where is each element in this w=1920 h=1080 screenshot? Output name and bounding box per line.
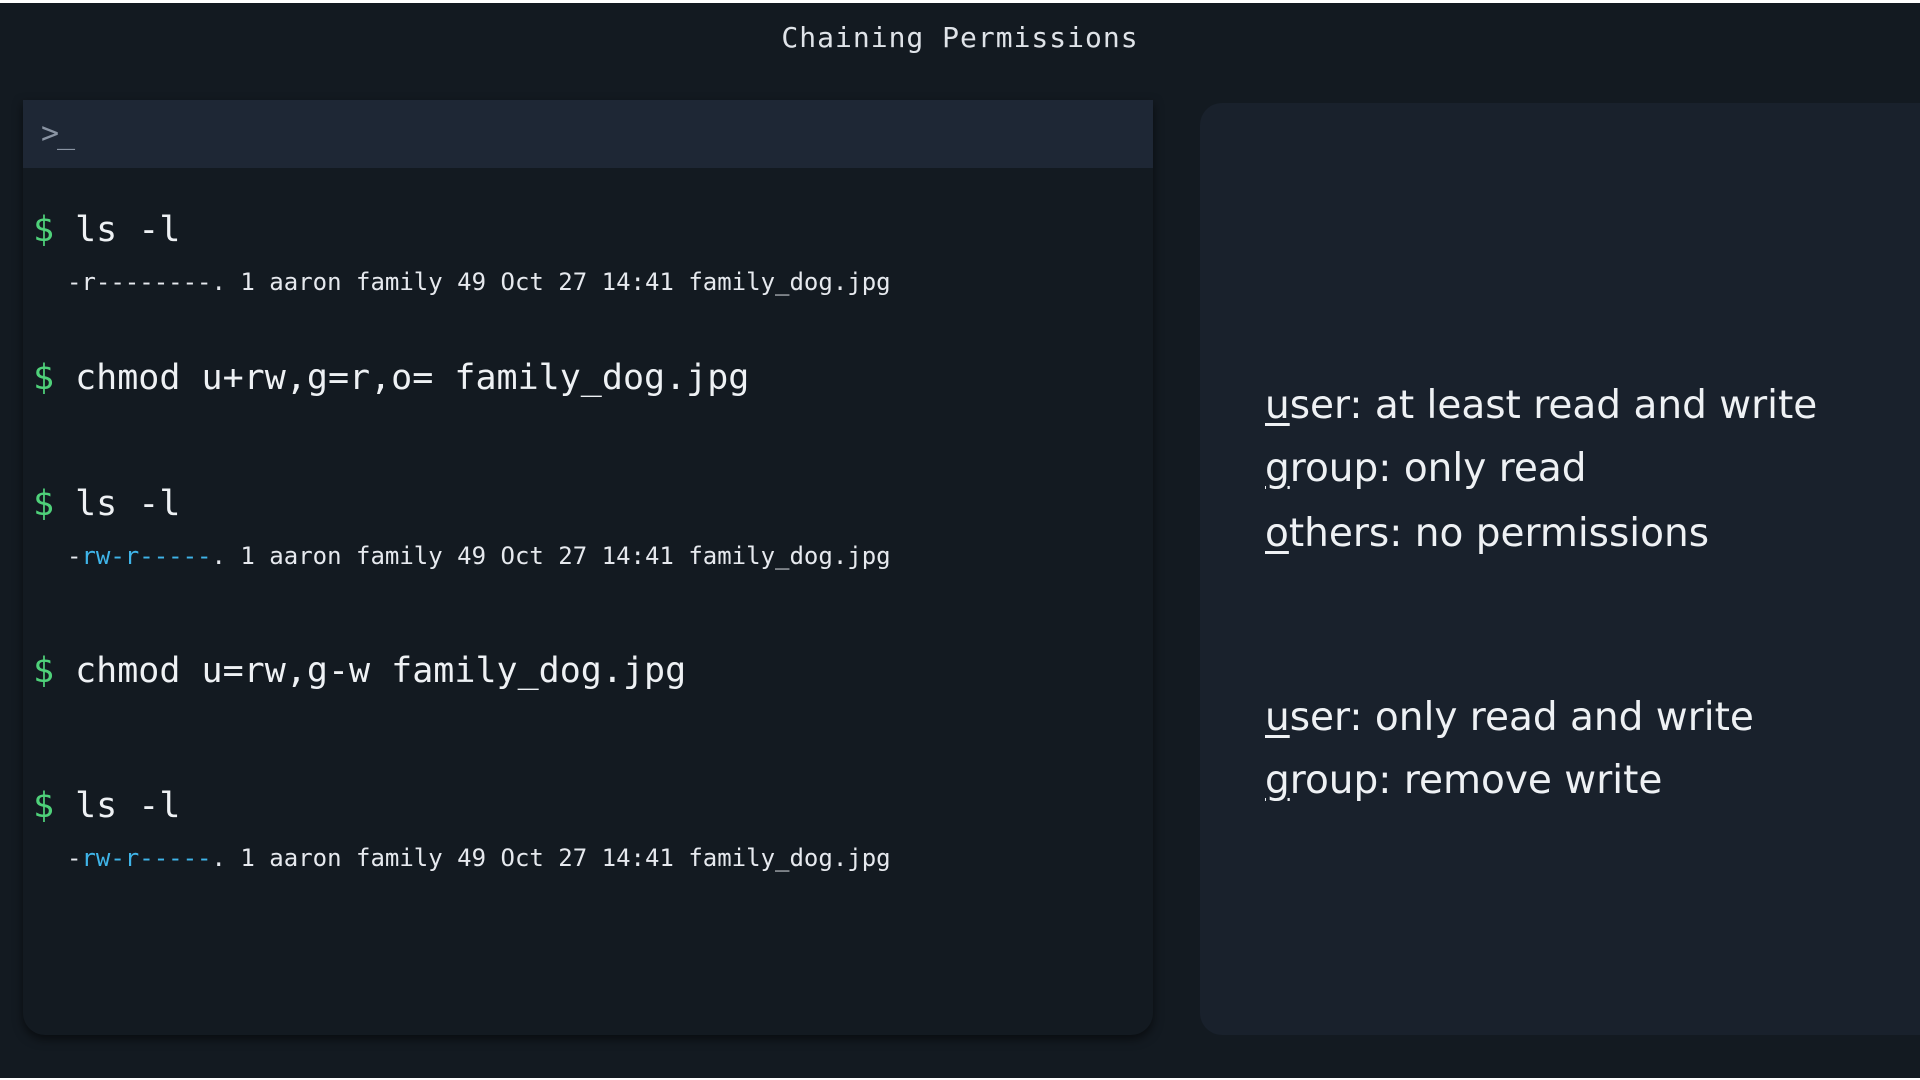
prompt-dollar: $ <box>33 786 55 826</box>
prompt-dollar: $ <box>33 210 55 250</box>
note-user: user: only read and write <box>1265 695 1754 740</box>
command-text: ls -l <box>75 484 181 524</box>
command-line: $ ls -l <box>33 484 180 524</box>
note-text: ser: at least read and write <box>1289 383 1818 428</box>
terminal-prompt-icon: >_ <box>41 116 75 151</box>
permission-bits: rw-r----- <box>81 844 212 872</box>
permission-bits: rw-r----- <box>81 542 212 570</box>
note-group: group: only read <box>1265 446 1587 491</box>
file-details: 1 aaron family 49 Oct 27 14:41 family_do… <box>225 268 891 296</box>
note-group: group: remove write <box>1265 758 1662 803</box>
note-initial: u <box>1265 383 1290 428</box>
command-line: $ chmod u+rw,g=r,o= family_dog.jpg <box>33 358 749 398</box>
file-details: 1 aaron family 49 Oct 27 14:41 family_do… <box>225 542 891 570</box>
command-text: ls -l <box>75 210 181 250</box>
command-text: chmod u+rw,g=r,o= family_dog.jpg <box>75 358 750 398</box>
notes-panel: user: at least read and write group: onl… <box>1200 103 1920 1035</box>
note-text: thers: no permissions <box>1288 511 1710 556</box>
note-others: others: no permissions <box>1265 511 1709 556</box>
note-initial: o <box>1265 511 1289 556</box>
command-output: -r--------. 1 aaron family 49 Oct 27 14:… <box>67 268 891 296</box>
command-output: -rw-r-----. 1 aaron family 49 Oct 27 14:… <box>67 844 891 872</box>
note-text: roup: remove write <box>1289 758 1663 803</box>
command-text: ls -l <box>75 786 181 826</box>
file-details: 1 aaron family 49 Oct 27 14:41 family_do… <box>225 844 891 872</box>
terminal-header: >_ <box>23 100 1153 168</box>
command-line: $ chmod u=rw,g-w family_dog.jpg <box>33 651 686 691</box>
note-text: ser: only read and write <box>1289 695 1754 740</box>
permission-suffix: . <box>211 542 226 570</box>
command-output: -rw-r-----. 1 aaron family 49 Oct 27 14:… <box>67 542 891 570</box>
command-text: chmod u=rw,g-w family_dog.jpg <box>75 651 687 691</box>
permission-suffix: . <box>211 844 226 872</box>
prompt-dollar: $ <box>33 484 55 524</box>
permission-type: - <box>67 542 82 570</box>
permission-string: -r--------. <box>67 268 226 296</box>
command-line: $ ls -l <box>33 210 180 250</box>
page-title: Chaining Permissions <box>781 21 1139 54</box>
note-text: roup: only read <box>1289 446 1587 491</box>
permission-type: - <box>67 844 82 872</box>
note-initial: u <box>1265 695 1290 740</box>
note-initial: g <box>1265 446 1290 491</box>
command-line: $ ls -l <box>33 786 180 826</box>
terminal-window: >_ $ ls -l -r--------. 1 aaron family 49 … <box>23 100 1153 1035</box>
prompt-dollar: $ <box>33 358 55 398</box>
prompt-dollar: $ <box>33 651 55 691</box>
slide: Chaining Permissions >_ $ ls -l -r-------… <box>0 3 1920 1078</box>
note-user: user: at least read and write <box>1265 383 1817 428</box>
note-initial: g <box>1265 758 1290 803</box>
